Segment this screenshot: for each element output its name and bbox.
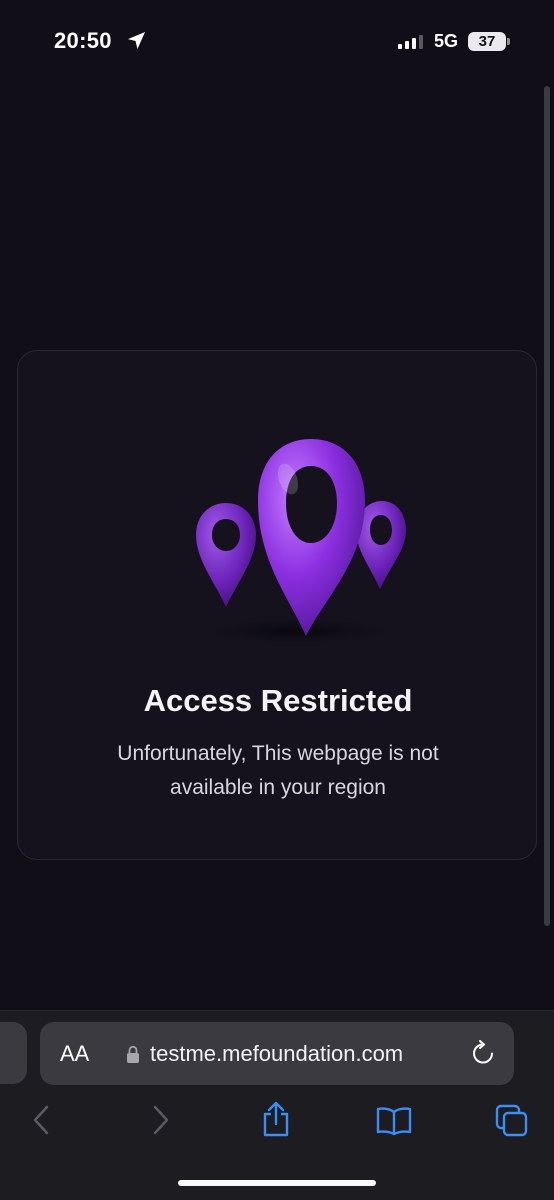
battery-tip <box>507 38 510 45</box>
network-type: 5G <box>434 31 459 51</box>
location-pins-icon <box>196 439 406 643</box>
status-bar: 20:50 5G 37 <box>0 0 554 84</box>
tabs-icon[interactable] <box>495 1104 529 1138</box>
share-icon[interactable] <box>260 1100 292 1138</box>
text-size-button[interactable]: AA <box>60 1040 94 1068</box>
previous-tab-preview[interactable] <box>0 1022 27 1084</box>
access-restricted-card: Access Restricted Unfortunately, This we… <box>17 350 537 860</box>
reload-icon[interactable] <box>471 1040 495 1066</box>
status-time: 20:50 <box>54 28 112 53</box>
lock-icon <box>127 1045 139 1063</box>
cellular-signal-icon <box>398 35 423 49</box>
battery-icon: 37 <box>468 32 506 51</box>
url-text[interactable]: testme.mefoundation.com <box>150 1039 403 1069</box>
battery-level: 37 <box>478 33 496 50</box>
location-arrow-icon <box>127 31 146 50</box>
back-icon[interactable] <box>30 1104 52 1136</box>
home-indicator[interactable] <box>178 1180 376 1186</box>
bookmarks-icon[interactable] <box>376 1106 412 1136</box>
page-scrollbar[interactable] <box>544 86 550 926</box>
text-size-label: AA <box>60 1041 90 1066</box>
restriction-message: Unfortunately, This webpage is not avail… <box>117 742 439 799</box>
page-title: Access Restricted <box>143 683 413 718</box>
forward-icon[interactable] <box>150 1104 172 1136</box>
